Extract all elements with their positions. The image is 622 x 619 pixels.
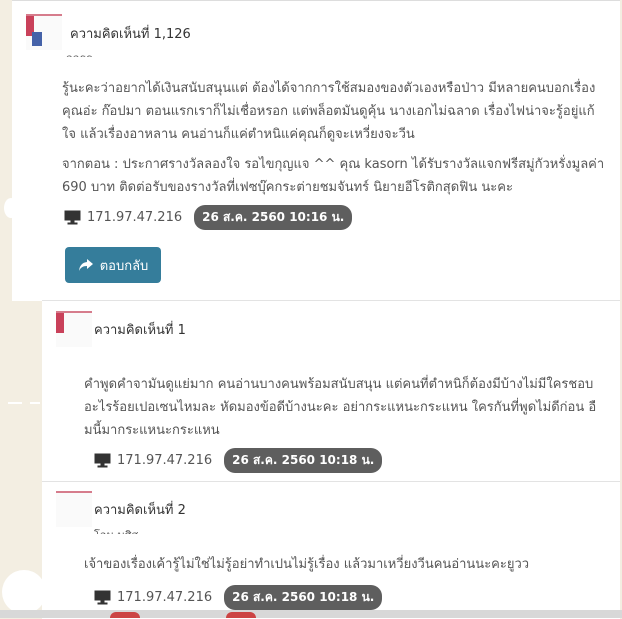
taskbar-tab[interactable] xyxy=(226,612,256,618)
date-badge: 26 ส.ค. 2560 10:16 น. xyxy=(194,204,353,230)
date-badge: 26 ส.ค. 2560 10:18 น. xyxy=(224,584,383,610)
reply-button[interactable]: ตอบกลับ xyxy=(65,247,161,283)
date-badge: 26 ส.ค. 2560 10:18 น. xyxy=(224,447,383,473)
comment-body: คำพูดคำจามันดูแย่มาก คนอ่านบางคนพร้อมสนั… xyxy=(84,377,597,438)
comment-body: รู้นะคะว่าอยากได้เงินสนับสนุนแต่ ต้องได้… xyxy=(62,81,596,142)
taskbar-tab[interactable] xyxy=(110,612,140,618)
comment-title: ความคิดเห็นที่ 2 xyxy=(94,503,186,518)
avatar xyxy=(26,14,62,50)
comment-username[interactable]: ลลธร xyxy=(66,49,92,57)
comment-meta: 171.97.47.216 26 ส.ค. 2560 10:18 น. xyxy=(94,447,383,473)
main-comment-card: ความคิดเห็นที่ 1,126 ลลธร รู้นะคะว่าอยาก… xyxy=(12,0,620,301)
reply-arrow-icon xyxy=(78,259,93,271)
monitor-icon xyxy=(64,210,81,224)
monitor-icon xyxy=(94,590,111,604)
decorative-circle-bottom xyxy=(2,570,46,614)
decorative-dash xyxy=(30,402,40,404)
decorative-dash xyxy=(8,402,22,404)
monitor-icon xyxy=(94,453,111,467)
reply-comment-card: ความคิดเห็นที่ 2 โอน บศิส เจ้าของเรื่องเ… xyxy=(42,481,620,619)
avatar xyxy=(56,491,92,527)
ip-address: 171.97.47.216 xyxy=(117,452,213,468)
ip-address: 171.97.47.216 xyxy=(87,209,183,225)
comment-source: จากตอน : ประกาศรางวัลลองใจ รอไขกุญแจ ^^ … xyxy=(62,157,605,195)
comment-meta: 171.97.47.216 26 ส.ค. 2560 10:16 น. xyxy=(64,204,353,230)
reply-button-label: ตอบกลับ xyxy=(99,258,149,274)
comment-body: เจ้าของเรื่องเค้ารู้ไม่ใช่ไม่รู้อย่าทำเป… xyxy=(84,557,530,572)
comment-meta: 171.97.47.216 26 ส.ค. 2560 10:18 น. xyxy=(94,584,383,610)
reply-comment-card: ความคิดเห็นที่ 1 คำพูดคำจามันดูแย่มาก คน… xyxy=(42,300,620,482)
comment-title: ความคิดเห็นที่ 1,126 xyxy=(70,27,191,42)
ip-address: 171.97.47.216 xyxy=(117,589,213,605)
comment-title: ความคิดเห็นที่ 1 xyxy=(94,323,186,338)
taskbar xyxy=(0,610,622,618)
comment-username[interactable]: โอน บศิส xyxy=(94,526,138,534)
avatar xyxy=(56,311,92,347)
